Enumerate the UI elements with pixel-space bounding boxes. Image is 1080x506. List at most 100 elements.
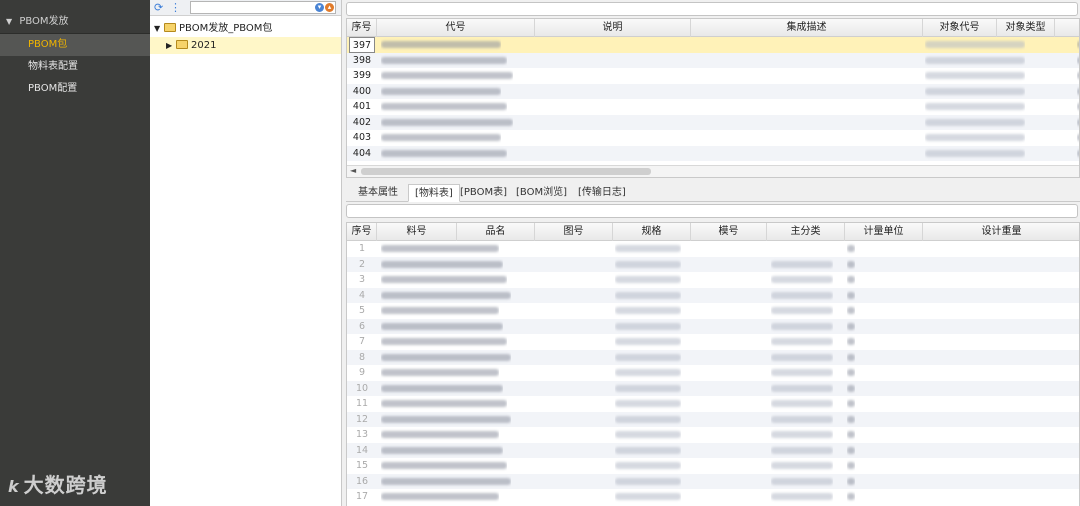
table-row[interactable]: 400 [347,83,1079,100]
tab-2[interactable]: [PBOM表] [454,184,513,202]
tab-4[interactable]: [传输日志] [572,184,632,202]
blurred-code [381,149,507,157]
column-header[interactable]: 对象代号 [923,19,997,37]
expand-arrow-icon[interactable]: ▼ [154,20,164,37]
tab-3[interactable]: [BOM浏览] [510,184,573,202]
unit-cell [847,365,855,381]
table-row[interactable]: 9 [347,365,1079,381]
tree-structure-icon[interactable]: ⋮ [170,1,181,14]
table-row[interactable]: 404 [347,145,1079,161]
table-row[interactable]: 2 [347,256,1079,272]
category-cell [771,288,833,304]
blurred-spec [615,462,681,469]
row-seq-cell: 7 [358,336,366,347]
column-header[interactable]: 对象类型 [997,19,1055,37]
blurred-spec [615,493,681,500]
blurred-code [381,41,501,48]
tree-node-2021[interactable]: ▶ 2021 [150,37,341,54]
column-header[interactable]: 规格 [613,223,691,241]
spec-cell [615,288,681,304]
table-row[interactable]: 397 [347,37,1079,53]
refresh-icon[interactable]: ⟳ [154,1,163,14]
table-row[interactable]: 8 [347,349,1079,365]
row-seq-cell: 403 [352,132,372,143]
search-up-icon[interactable]: ▴ [325,3,334,12]
unit-cell [847,412,855,428]
table-row[interactable]: 398 [347,52,1079,68]
scroll-left-icon[interactable]: ◄ [350,166,356,175]
column-header[interactable]: 设计重量 [923,223,1079,241]
blurred-category [771,276,833,283]
blurred-unit [847,291,855,299]
horizontal-scrollbar[interactable]: ◄ [347,165,1079,177]
table-row[interactable]: 16 [347,473,1079,489]
column-header[interactable]: 序号 [347,19,377,37]
tree-search-input[interactable]: ▾ ▴ [190,1,336,14]
category-cell [771,412,833,428]
collapse-arrow-icon[interactable]: ▶ [166,37,176,54]
code-cell [381,84,501,100]
table-row[interactable]: 1 [347,241,1079,257]
table-row[interactable]: 3 [347,272,1079,288]
watermark-text: 大数跨境 [23,473,108,497]
tree-node-2021-label: 2021 [191,40,217,51]
column-header[interactable]: 主分类 [767,223,845,241]
table-row[interactable]: 15 [347,458,1079,474]
nav-item-pbom-package[interactable]: PBOM包 [0,34,150,56]
table-row[interactable]: 402 [347,114,1079,130]
blurred-part-name [381,384,503,392]
table-row[interactable]: 11 [347,396,1079,412]
column-header[interactable]: 集成描述 [691,19,923,37]
column-header[interactable]: 品名 [457,223,535,241]
blurred-category [771,338,833,345]
column-header[interactable]: 序号 [347,223,377,241]
object-code-cell [925,130,1025,146]
table-row[interactable]: 399 [347,68,1079,84]
table-row[interactable]: 403 [347,130,1079,146]
table-row[interactable]: 6 [347,318,1079,334]
top-filter-input[interactable] [346,2,1078,16]
table-row[interactable]: 17 [347,489,1079,505]
column-header[interactable]: 图号 [535,223,613,241]
detail-filter-bar [346,204,1080,220]
column-header[interactable]: 说明 [535,19,691,37]
material-grid-header: 序号 料号 品名 图号 规格 模号 主分类 计量单位 设计重量 [347,223,1079,241]
folder-icon [176,40,188,49]
blurred-object-code [925,41,1025,48]
table-row[interactable]: 12 [347,411,1079,428]
column-header[interactable]: 计量单位 [845,223,923,241]
blurred-spec [615,477,681,485]
table-row[interactable]: 5 [347,303,1079,319]
nav-section-header[interactable]: ▼ PBOM发放 [0,0,150,34]
row-seq-cell: 5 [358,305,366,316]
tree-node-root[interactable]: ▼ PBOM发放_PBOM包 [150,20,341,37]
search-down-icon[interactable]: ▾ [315,3,324,12]
row-seq-cell: 404 [352,147,372,159]
table-row[interactable]: 401 [347,99,1079,115]
part-cell [381,241,499,257]
column-header[interactable]: 料号 [377,223,457,241]
column-header[interactable]: 模号 [691,223,767,241]
tab-1[interactable]: [物料表] [408,184,460,202]
blurred-code [381,87,501,95]
collapse-triangle-icon[interactable]: ▼ [6,17,12,26]
blurred-part-name [381,493,499,500]
table-row[interactable]: 14 [347,442,1079,458]
blurred-unit [847,369,855,376]
table-row[interactable]: 7 [347,334,1079,350]
blurred-unit [847,400,855,407]
category-cell [771,334,833,350]
column-header[interactable]: 代号 [377,19,535,37]
blurred-code [381,118,513,126]
nav-item-material-config[interactable]: 物料表配置 [0,56,150,78]
row-seq-cell: 11 [355,398,369,409]
table-row[interactable]: 4 [347,287,1079,304]
tab-0[interactable]: 基本属性 [352,184,404,202]
blurred-category [771,400,833,407]
table-row[interactable]: 10 [347,380,1079,396]
detail-filter-input[interactable] [346,204,1078,218]
code-cell [381,68,513,84]
nav-item-pbom-config[interactable]: PBOM配置 [0,78,150,100]
scrollbar-thumb[interactable] [361,168,651,175]
table-row[interactable]: 13 [347,427,1079,443]
